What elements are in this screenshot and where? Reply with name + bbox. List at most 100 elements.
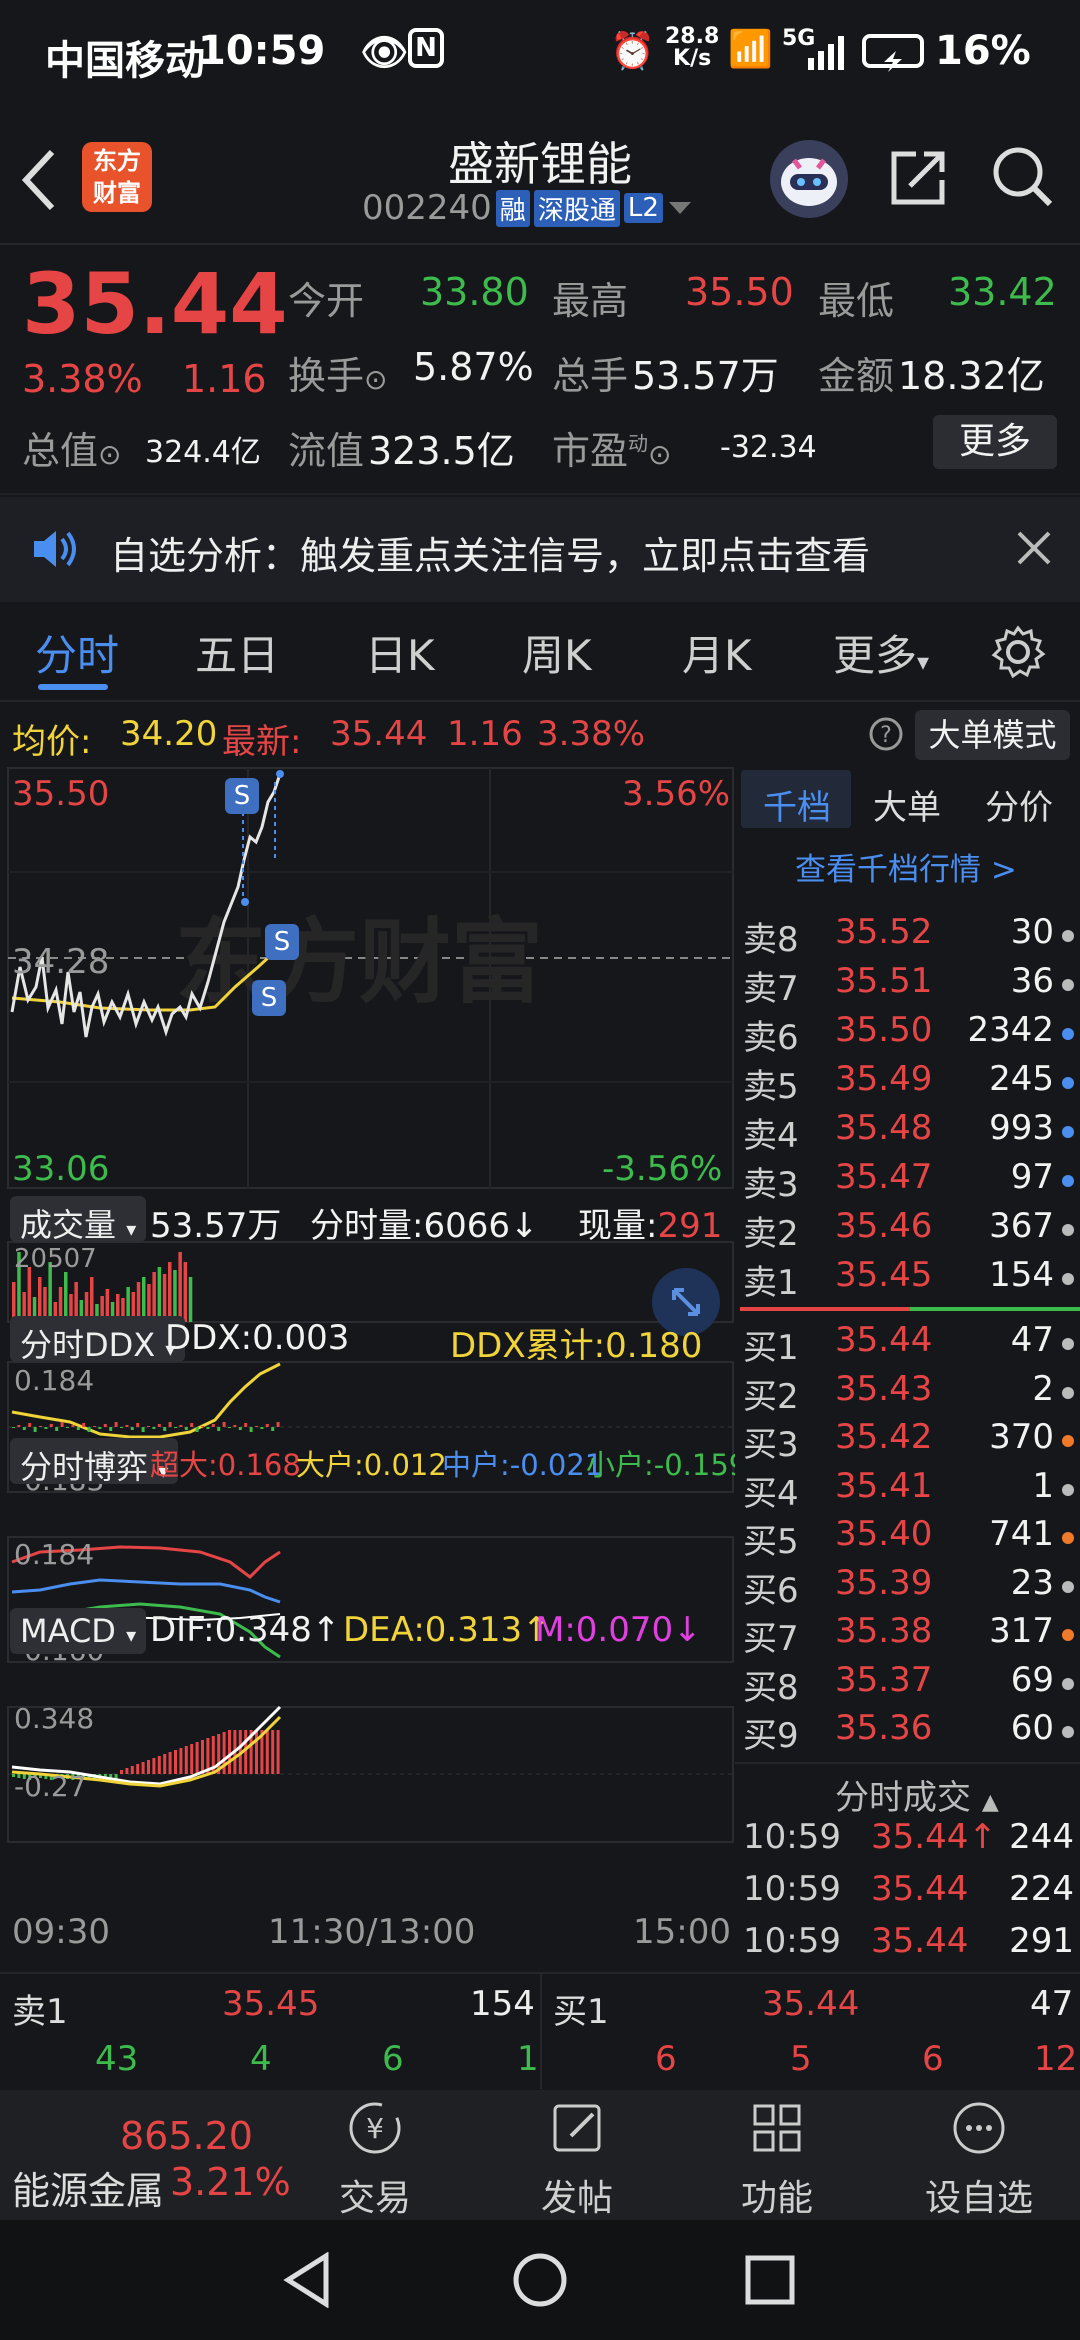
nav-functions[interactable]: 功能 [712, 2090, 842, 2220]
nav-post[interactable]: 发帖 [512, 2090, 642, 2220]
bid-row[interactable]: 买7 35.38 317 [735, 1611, 1080, 1659]
ddx-bar [249, 1427, 253, 1432]
bid1-price: 35.44 [762, 1984, 860, 2024]
share-icon[interactable] [886, 146, 950, 210]
macd-bar [163, 1754, 167, 1774]
nav-add-watchlist[interactable]: 设自选 [914, 2090, 1044, 2220]
macd-bar [276, 1730, 280, 1774]
open-value: 33.80 [420, 270, 529, 314]
ask-row[interactable]: 卖4 35.48 993 [735, 1108, 1080, 1156]
bid1-label: 买1 [553, 1992, 609, 2032]
help-icon[interactable]: ? [868, 716, 904, 752]
ask-row[interactable]: 卖7 35.51 36 [735, 961, 1080, 1009]
analysis-banner[interactable]: 自选分析：触发重点关注信号，立即点击查看 [0, 497, 1080, 602]
macd-bar [184, 1746, 188, 1774]
sector-index[interactable]: 865.20 能源金属 3.21% [0, 2090, 291, 2220]
robot-assistant-icon[interactable] [770, 140, 848, 218]
tab-weekly-k[interactable]: 周K [522, 622, 592, 683]
ask-volume: 367 [989, 1206, 1054, 1246]
ddx-bar [222, 1422, 226, 1427]
ddx-bar [136, 1423, 140, 1427]
book-tab-depth[interactable]: 千档 [763, 780, 831, 829]
tab-intraday[interactable]: 分时 [35, 622, 119, 683]
bid-row[interactable]: 买6 35.39 23 [735, 1563, 1080, 1611]
large-order-mode-button[interactable]: 大单模式 [915, 710, 1070, 760]
bid-price: 35.38 [835, 1611, 933, 1651]
ask-volume: 245 [989, 1059, 1054, 1099]
volume-bar [183, 1262, 188, 1322]
ask-row[interactable]: 卖5 35.49 245 [735, 1059, 1080, 1107]
ask-row[interactable]: 卖8 35.52 30 [735, 912, 1080, 960]
tab-more[interactable]: 更多▾ [833, 622, 929, 683]
ask-row[interactable]: 卖6 35.50 2342 [735, 1010, 1080, 1058]
tab-monthly-k[interactable]: 月K [682, 622, 752, 683]
info-icon: ⊙ [98, 438, 122, 471]
ask-level: 卖4 [743, 1116, 799, 1156]
view-depth-link[interactable]: 查看千档行情 > [795, 844, 1017, 889]
bid-price: 35.40 [835, 1514, 933, 1554]
tick-time: 10:59 [743, 1921, 841, 1961]
ask-row[interactable]: 卖1 35.45 154 [735, 1255, 1080, 1303]
tick-time: 10:59 [743, 1817, 841, 1857]
ask-row[interactable]: 卖2 35.46 367 [735, 1206, 1080, 1254]
volume-selector[interactable]: 成交量 ▾ [10, 1196, 147, 1244]
bid-row[interactable]: 买4 35.41 1 [735, 1466, 1080, 1514]
order-dot-icon [1062, 1224, 1074, 1236]
bid-row[interactable]: 买9 35.36 60 [735, 1708, 1080, 1756]
pct-low-label: -3.56% [602, 1149, 723, 1189]
sell-marker[interactable]: S [252, 980, 286, 1016]
ddx-bar [103, 1424, 107, 1427]
settings-icon[interactable] [990, 624, 1046, 680]
home-circle-icon[interactable] [512, 2252, 568, 2308]
bid-row[interactable]: 买8 35.37 69 [735, 1660, 1080, 1708]
bid-row[interactable]: 买2 35.43 2 [735, 1369, 1080, 1417]
ddx-selector[interactable]: 分时DDX ▾ [10, 1316, 186, 1364]
macd-m: M:0.070↓ [535, 1610, 702, 1650]
ticks-title[interactable]: 分时成交 ▲ [835, 1770, 999, 1819]
close-icon[interactable] [1015, 529, 1053, 567]
order-dot-icon [1062, 1028, 1074, 1040]
sell-marker[interactable]: S [225, 778, 259, 814]
ask-level: 卖8 [743, 920, 799, 960]
tab-indicator [38, 684, 108, 690]
ddx-bar [233, 1425, 237, 1427]
time-end: 15:00 [633, 1912, 731, 1952]
order-dot-icon [1062, 1175, 1074, 1187]
search-icon[interactable] [990, 144, 1056, 210]
book-tab-price[interactable]: 分价 [985, 780, 1053, 829]
ask-row[interactable]: 卖3 35.47 97 [735, 1157, 1080, 1205]
alarm-icon: ⏰ [610, 31, 655, 72]
bid-row[interactable]: 买3 35.42 370 [735, 1417, 1080, 1465]
price-low-label: 33.06 [12, 1149, 110, 1189]
macd-bar [174, 1750, 177, 1774]
change-pct: 3.38% [22, 357, 143, 401]
latest-change-pct: 3.38% [537, 714, 646, 754]
pe-label: 市盈动⊙ [552, 429, 672, 473]
bid-queue: 12 [1034, 2039, 1078, 2079]
ask-volume: 154 [989, 1255, 1054, 1295]
bid-row[interactable]: 买5 35.40 741 [735, 1514, 1080, 1562]
grid-icon [753, 2104, 801, 2152]
sell-marker[interactable]: S [265, 924, 299, 960]
book-tab-large[interactable]: 大单 [873, 780, 941, 829]
bid-price: 35.36 [835, 1708, 933, 1748]
stock-code-row[interactable]: 002240 融 深股通 L2 [362, 188, 693, 228]
order-dot-icon [1062, 1483, 1074, 1496]
tab-daily-k[interactable]: 日K [365, 622, 435, 683]
back-triangle-icon[interactable] [282, 2252, 332, 2308]
tab-five-day[interactable]: 五日 [195, 622, 279, 683]
ask-volume: 36 [1010, 961, 1054, 1001]
bottom-nav: 865.20 能源金属 3.21% ¥ 交易 发帖 功能 设自选 [0, 2090, 1080, 2220]
order-dot-icon [1062, 930, 1074, 942]
macd-bar [130, 1766, 134, 1774]
more-button[interactable]: 更多 [933, 415, 1057, 469]
tick-volume: 224 [1009, 1869, 1074, 1909]
bid-row[interactable]: 买1 35.44 47 [735, 1320, 1080, 1368]
macd-selector[interactable]: MACD ▾ [10, 1608, 147, 1654]
ddx-bar [244, 1423, 248, 1427]
macd-bar [141, 1762, 145, 1774]
recents-square-icon[interactable] [744, 2254, 796, 2306]
bid-queue: 5 [790, 2039, 812, 2079]
nav-trade[interactable]: ¥ 交易 [310, 2090, 440, 2220]
clock: 10:59 [198, 28, 326, 74]
